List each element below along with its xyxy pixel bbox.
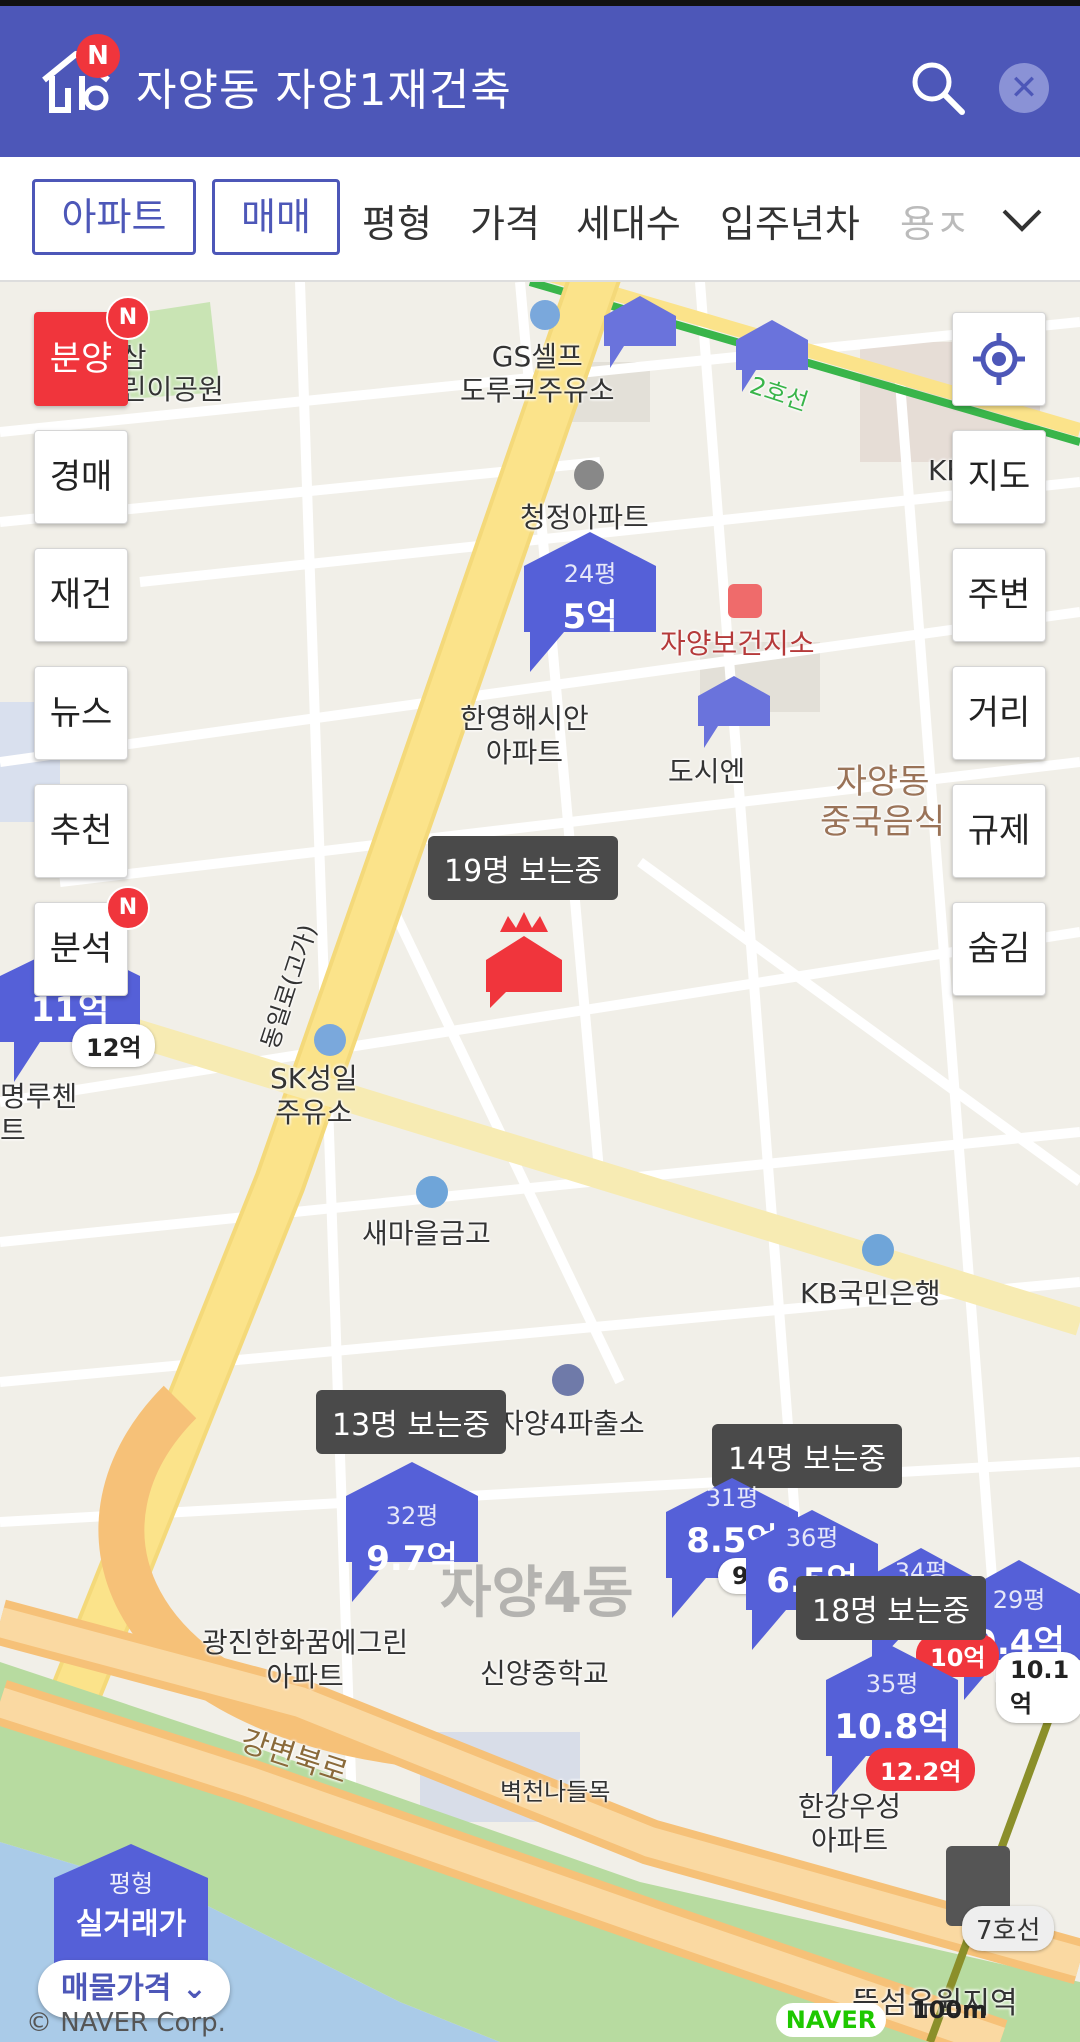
subway-line-badge[interactable]: 7호선	[962, 1906, 1055, 1951]
viewers-tooltip-18: 18명 보는중	[796, 1576, 987, 1640]
price-pill-12[interactable]: 12억	[72, 1024, 156, 1067]
filter-chip-apartment[interactable]: 아파트	[32, 179, 196, 255]
chevron-down-icon[interactable]	[1000, 197, 1044, 241]
search-icon[interactable]	[908, 58, 968, 118]
cluster-marker-small[interactable]	[604, 296, 676, 368]
cluster-marker-small-3[interactable]	[698, 676, 770, 748]
health-center-label: 자양보건지소	[660, 627, 815, 660]
copyright-text: © NAVER Corp.	[26, 2008, 226, 2038]
gas-pump-icon	[530, 300, 560, 330]
close-icon[interactable]: ✕	[999, 63, 1049, 113]
regulation-button[interactable]: 규제	[952, 784, 1046, 878]
dosien-label: 도시엔	[668, 755, 746, 788]
school-label: 신양중학교	[480, 1657, 609, 1690]
top-app-bar: N 자양동 자양1재건축 ✕	[0, 0, 1080, 157]
gwangjin-apt-label: 광진한화꿈에그린 아파트	[202, 1626, 409, 1693]
interchange-label: 벽천나들목	[500, 1778, 611, 1806]
police-label: 자양4파출소	[498, 1407, 645, 1440]
analysis-new-badge: N	[106, 886, 150, 930]
kb-bank-label: KB국민은행	[800, 1277, 941, 1310]
map-scale: 100m	[912, 1996, 988, 2024]
viewers-tooltip-13: 13명 보는중	[316, 1390, 507, 1454]
gas-station-label-sk: SK성일 주유소	[270, 1062, 358, 1129]
bank-icon	[416, 1176, 448, 1208]
gas-station-label-gs: GS셀프 도루코주유소	[460, 340, 615, 407]
current-location-button[interactable]	[952, 312, 1046, 406]
price-marker-35[interactable]: 35평 10.8억	[826, 1664, 958, 1748]
auction-button[interactable]: 경매	[34, 430, 128, 524]
chinese-area-label: 자양동 중국음식	[820, 762, 946, 842]
page-title: 자양동 자양1재건축	[136, 65, 512, 116]
legend-marker[interactable]: 평형 실거래가	[54, 1864, 208, 1943]
filter-price[interactable]: 가격	[470, 193, 540, 248]
price-marker-24[interactable]: 24평 5억	[524, 554, 656, 638]
recommend-button[interactable]: 추천	[34, 784, 128, 878]
filter-households[interactable]: 세대수	[576, 193, 681, 248]
filter-move-in-year[interactable]: 입주년차	[720, 193, 860, 248]
left-apt-label: 명루첸 트	[0, 1080, 78, 1147]
viewers-tooltip-main: 19명 보는중	[428, 836, 619, 900]
hangang-apt-label: 한강우성 아파트	[798, 1790, 902, 1857]
nearby-button[interactable]: 주변	[952, 548, 1046, 642]
gas-pump-icon-2	[314, 1024, 346, 1056]
saemaeul-label: 새마을금고	[362, 1217, 491, 1250]
hide-button[interactable]: 숨김	[952, 902, 1046, 996]
police-icon	[552, 1364, 584, 1396]
filter-pyeong[interactable]: 평형	[362, 193, 432, 248]
apt-label-hanyoung: 한영해시안 아파트	[460, 702, 589, 769]
presale-new-badge: N	[106, 296, 150, 340]
chevron-down-icon: ⌄	[181, 1971, 207, 2006]
apartment-icon	[574, 460, 604, 490]
location-target-icon	[973, 333, 1025, 385]
news-button[interactable]: 뉴스	[34, 666, 128, 760]
selected-house-icon[interactable]	[486, 912, 562, 1008]
filter-bar: 아파트 매매 평형 가격 세대수 입주년차 용ㅈ	[0, 157, 1080, 282]
hospital-icon	[728, 584, 762, 618]
map-type-button[interactable]: 지도	[952, 430, 1046, 524]
cluster-marker-small-2[interactable]	[736, 320, 808, 392]
distance-button[interactable]: 거리	[952, 666, 1046, 760]
naver-logo: NAVER	[776, 2003, 886, 2037]
rebuild-button[interactable]: 재건	[34, 548, 128, 642]
apt-label-cheongjeong: 청정아파트	[520, 501, 649, 534]
price-pill-12-2[interactable]: 12.2억	[866, 1748, 976, 1791]
filter-usage-truncated[interactable]: 용ㅈ	[900, 193, 970, 248]
price-marker-32[interactable]: 32평 9.7억	[346, 1496, 478, 1580]
map-canvas[interactable]: 성삼 어린이공원 GS셀프 도루코주유소 2호선 KB 청정아파트 자양보건지소…	[0, 282, 1080, 2042]
filter-chip-sale[interactable]: 매매	[212, 179, 340, 255]
price-pill-10-1[interactable]: 10.1억	[996, 1652, 1080, 1723]
bank-icon-2	[862, 1234, 894, 1266]
new-badge: N	[76, 34, 120, 78]
